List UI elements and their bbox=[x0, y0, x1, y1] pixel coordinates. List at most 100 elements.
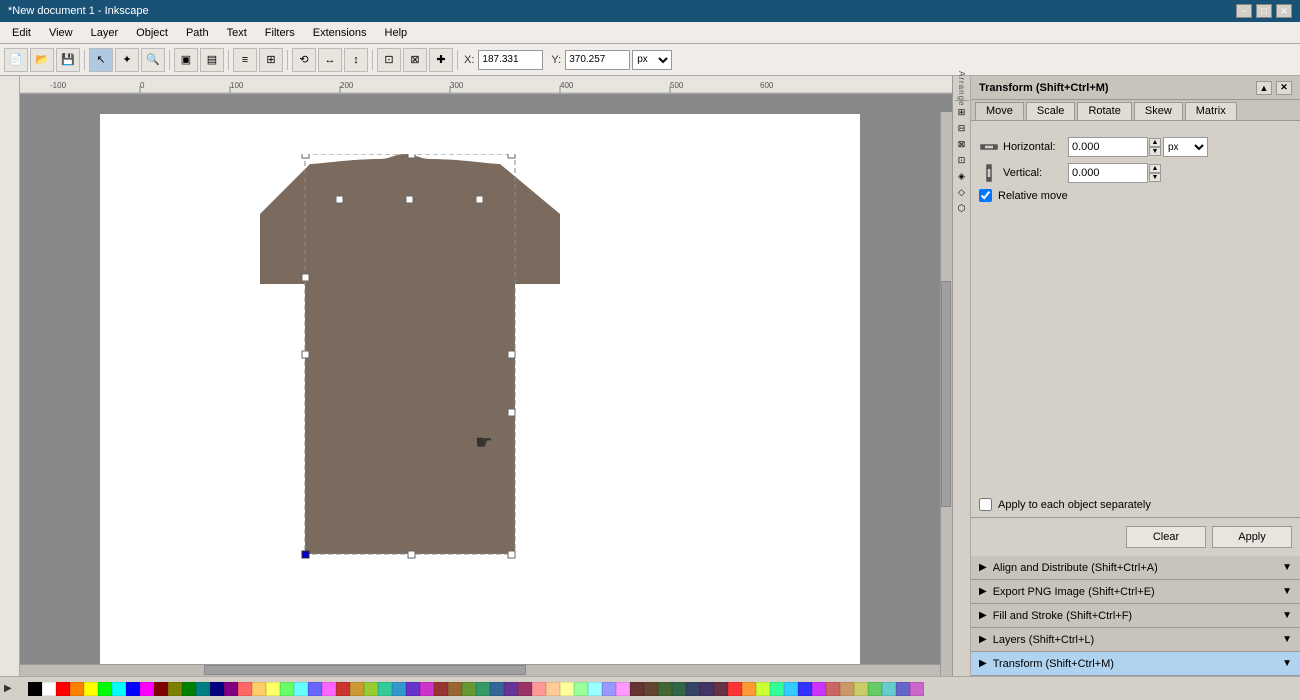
close-button[interactable]: ✕ bbox=[1276, 4, 1292, 18]
color-swatch-20[interactable] bbox=[308, 682, 322, 696]
distribute-button[interactable]: ⊞ bbox=[259, 48, 283, 72]
color-swatch-36[interactable] bbox=[532, 682, 546, 696]
clear-button[interactable]: Clear bbox=[1126, 526, 1206, 548]
color-swatch-57[interactable] bbox=[826, 682, 840, 696]
color-palette[interactable] bbox=[28, 682, 924, 696]
color-swatch-59[interactable] bbox=[854, 682, 868, 696]
color-swatch-8[interactable] bbox=[140, 682, 154, 696]
vertical-up[interactable]: ▲ bbox=[1149, 164, 1161, 173]
minimize-button[interactable]: − bbox=[1236, 4, 1252, 18]
tshirt-svg[interactable]: ☛ bbox=[220, 154, 600, 574]
apply-each-label[interactable]: Apply to each object separately bbox=[998, 499, 1151, 511]
color-swatch-4[interactable] bbox=[84, 682, 98, 696]
icon-2[interactable]: ⊟ bbox=[955, 121, 969, 135]
color-swatch-47[interactable] bbox=[686, 682, 700, 696]
color-swatch-49[interactable] bbox=[714, 682, 728, 696]
transform-panel-close[interactable]: ✕ bbox=[1276, 81, 1292, 95]
color-swatch-29[interactable] bbox=[434, 682, 448, 696]
color-swatch-61[interactable] bbox=[882, 682, 896, 696]
group-button[interactable]: ▣ bbox=[174, 48, 198, 72]
color-swatch-17[interactable] bbox=[266, 682, 280, 696]
canvas-scroll[interactable]: ☛ bbox=[20, 94, 952, 676]
color-swatch-19[interactable] bbox=[294, 682, 308, 696]
color-swatch-63[interactable] bbox=[910, 682, 924, 696]
color-swatch-42[interactable] bbox=[616, 682, 630, 696]
snap2-button[interactable]: ⊠ bbox=[403, 48, 427, 72]
color-swatch-5[interactable] bbox=[98, 682, 112, 696]
color-swatch-23[interactable] bbox=[350, 682, 364, 696]
canvas-area[interactable]: -100 0 100 200 300 400 500 600 bbox=[20, 76, 952, 676]
color-swatch-43[interactable] bbox=[630, 682, 644, 696]
select-tool[interactable]: ↖ bbox=[89, 48, 113, 72]
color-swatch-56[interactable] bbox=[812, 682, 826, 696]
apply-button[interactable]: Apply bbox=[1212, 526, 1292, 548]
color-swatch-35[interactable] bbox=[518, 682, 532, 696]
icon-4[interactable]: ⊡ bbox=[955, 153, 969, 167]
vertical-scrollbar-thumb[interactable] bbox=[941, 281, 951, 507]
menu-item-view[interactable]: View bbox=[41, 25, 81, 41]
horizontal-up[interactable]: ▲ bbox=[1149, 138, 1161, 147]
vertical-input[interactable] bbox=[1068, 163, 1148, 183]
color-swatch-14[interactable] bbox=[224, 682, 238, 696]
color-swatch-53[interactable] bbox=[770, 682, 784, 696]
color-swatch-13[interactable] bbox=[210, 682, 224, 696]
y-input[interactable] bbox=[565, 50, 630, 70]
vertical-scrollbar[interactable] bbox=[940, 112, 952, 676]
menu-item-layer[interactable]: Layer bbox=[83, 25, 127, 41]
color-swatch-32[interactable] bbox=[476, 682, 490, 696]
relative-move-label[interactable]: Relative move bbox=[998, 190, 1068, 202]
color-swatch-27[interactable] bbox=[406, 682, 420, 696]
color-swatch-11[interactable] bbox=[182, 682, 196, 696]
align-button[interactable]: ≡ bbox=[233, 48, 257, 72]
horizontal-input[interactable] bbox=[1068, 137, 1148, 157]
menu-item-extensions[interactable]: Extensions bbox=[305, 25, 375, 41]
save-button[interactable]: 💾 bbox=[56, 48, 80, 72]
color-swatch-37[interactable] bbox=[546, 682, 560, 696]
tab-skew[interactable]: Skew bbox=[1134, 102, 1183, 120]
menu-item-path[interactable]: Path bbox=[178, 25, 217, 41]
layers-panel[interactable]: ▶ Layers (Shift+Ctrl+L) ▼ bbox=[971, 628, 1300, 652]
new-button[interactable]: 📄 bbox=[4, 48, 28, 72]
color-swatch-6[interactable] bbox=[112, 682, 126, 696]
color-swatch-60[interactable] bbox=[868, 682, 882, 696]
color-swatch-54[interactable] bbox=[784, 682, 798, 696]
color-swatch-46[interactable] bbox=[672, 682, 686, 696]
color-swatch-31[interactable] bbox=[462, 682, 476, 696]
arrange-icon[interactable]: Arrange bbox=[955, 82, 969, 96]
menu-item-help[interactable]: Help bbox=[377, 25, 416, 41]
color-swatch-44[interactable] bbox=[644, 682, 658, 696]
x-input[interactable] bbox=[478, 50, 543, 70]
color-swatch-15[interactable] bbox=[238, 682, 252, 696]
transform-button[interactable]: ⟲ bbox=[292, 48, 316, 72]
ungroup-button[interactable]: ▤ bbox=[200, 48, 224, 72]
menu-item-text[interactable]: Text bbox=[219, 25, 255, 41]
icon-3[interactable]: ⊠ bbox=[955, 137, 969, 151]
color-swatch-18[interactable] bbox=[280, 682, 294, 696]
snap3-button[interactable]: ✚ bbox=[429, 48, 453, 72]
color-swatch-3[interactable] bbox=[70, 682, 84, 696]
tab-rotate[interactable]: Rotate bbox=[1077, 102, 1131, 120]
icon-5[interactable]: ◈ bbox=[955, 169, 969, 183]
color-swatch-55[interactable] bbox=[798, 682, 812, 696]
horizontal-down[interactable]: ▼ bbox=[1149, 147, 1161, 156]
snap-button[interactable]: ⊡ bbox=[377, 48, 401, 72]
color-swatch-26[interactable] bbox=[392, 682, 406, 696]
icon-6[interactable]: ◇ bbox=[955, 185, 969, 199]
menu-item-filters[interactable]: Filters bbox=[257, 25, 303, 41]
color-swatch-10[interactable] bbox=[168, 682, 182, 696]
color-swatch-22[interactable] bbox=[336, 682, 350, 696]
color-swatch-52[interactable] bbox=[756, 682, 770, 696]
tab-matrix[interactable]: Matrix bbox=[1185, 102, 1237, 120]
color-swatch-48[interactable] bbox=[700, 682, 714, 696]
transform-panel-collapse[interactable]: ▲ bbox=[1256, 81, 1272, 95]
zoom-tool[interactable]: 🔍 bbox=[141, 48, 165, 72]
tab-scale[interactable]: Scale bbox=[1026, 102, 1076, 120]
menu-item-object[interactable]: Object bbox=[128, 25, 176, 41]
color-swatch-1[interactable] bbox=[42, 682, 56, 696]
color-swatch-58[interactable] bbox=[840, 682, 854, 696]
coordinate-unit[interactable]: px bbox=[632, 50, 672, 70]
color-swatch-34[interactable] bbox=[504, 682, 518, 696]
flip-h-button[interactable]: ↔ bbox=[318, 48, 342, 72]
color-swatch-21[interactable] bbox=[322, 682, 336, 696]
align-distribute-panel[interactable]: ▶ Align and Distribute (Shift+Ctrl+A) ▼ bbox=[971, 556, 1300, 580]
